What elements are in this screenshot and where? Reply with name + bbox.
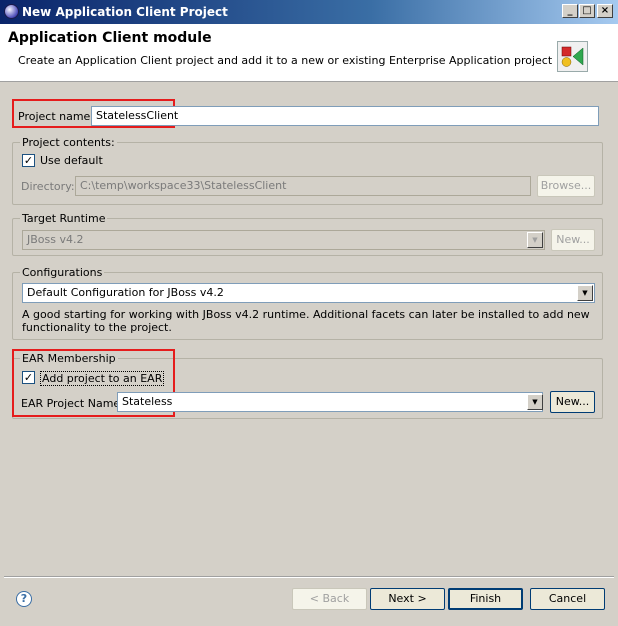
page-description: Create an Application Client project and… — [18, 54, 553, 67]
project-contents-label: Project contents: — [20, 136, 117, 149]
ear-project-dropdown-icon[interactable]: ▼ — [527, 394, 543, 410]
target-runtime-select[interactable]: JBoss v4.2 — [22, 230, 545, 250]
window-title: New Application Client Project — [22, 5, 228, 19]
footer-separator — [4, 576, 614, 578]
browse-button[interactable]: Browse... — [537, 175, 595, 197]
ear-project-name-label: EAR Project Name: — [21, 397, 124, 410]
target-runtime-new-button[interactable]: New... — [551, 229, 595, 251]
target-runtime-dropdown-icon[interactable]: ▼ — [527, 232, 543, 248]
ear-project-name-select[interactable]: Stateless — [117, 392, 543, 412]
configuration-select[interactable]: Default Configuration for JBoss v4.2 — [22, 283, 595, 303]
wizard-header: Application Client module Create an Appl… — [0, 24, 618, 82]
back-button[interactable]: < Back — [292, 588, 367, 610]
directory-input[interactable]: C:\temp\workspace33\StatelessClient — [75, 176, 531, 196]
finish-button[interactable]: Finish — [448, 588, 523, 610]
add-to-ear-checkbox[interactable]: ✓ — [22, 371, 35, 384]
target-runtime-label: Target Runtime — [20, 212, 108, 225]
use-default-label: Use default — [40, 154, 103, 167]
page-title: Application Client module — [8, 30, 212, 46]
cancel-button[interactable]: Cancel — [530, 588, 605, 610]
minimize-button[interactable]: _ — [562, 4, 578, 18]
configuration-dropdown-icon[interactable]: ▼ — [577, 285, 593, 301]
ear-membership-label: EAR Membership — [20, 352, 118, 365]
project-name-input[interactable]: StatelessClient — [91, 106, 599, 126]
ear-new-button[interactable]: New... — [550, 391, 595, 413]
title-bar: New Application Client Project _ □ × — [0, 0, 618, 24]
directory-label: Directory: — [21, 180, 75, 193]
project-name-label: Project name: — [18, 110, 95, 123]
eclipse-icon — [4, 4, 19, 19]
configurations-label: Configurations — [20, 266, 105, 279]
maximize-button[interactable]: □ — [579, 4, 595, 18]
use-default-checkbox[interactable]: ✓ — [22, 154, 35, 167]
configuration-description: A good starting for working with JBoss v… — [22, 308, 590, 334]
add-to-ear-label: Add project to an EAR — [40, 371, 165, 386]
next-button[interactable]: Next > — [370, 588, 445, 610]
help-icon[interactable]: ? — [16, 591, 32, 607]
close-button[interactable]: × — [597, 4, 613, 18]
application-client-banner-icon — [557, 41, 588, 72]
